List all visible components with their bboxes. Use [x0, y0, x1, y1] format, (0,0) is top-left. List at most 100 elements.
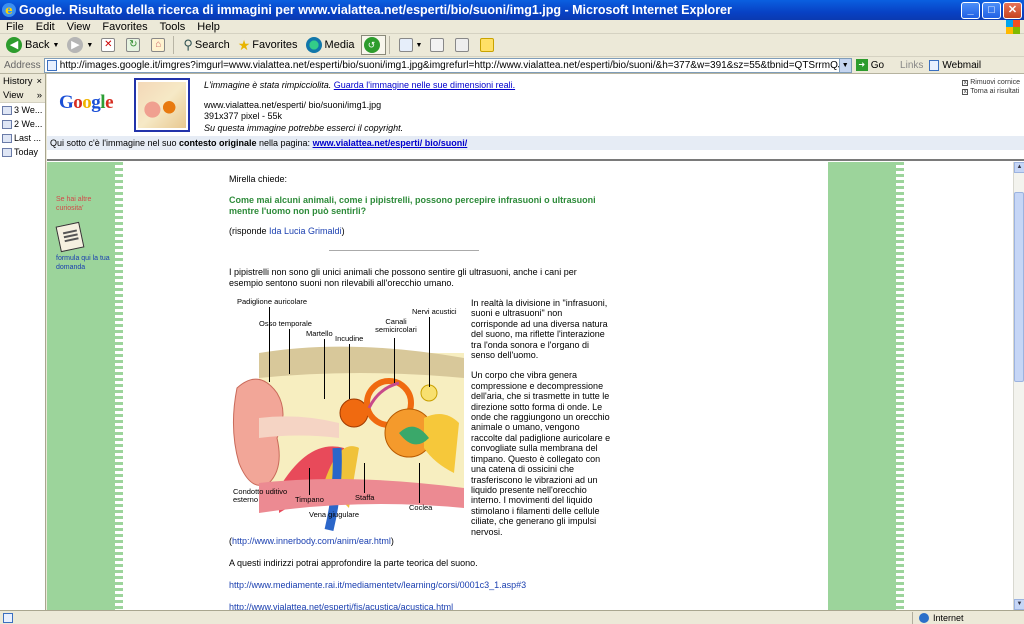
- favorites-button[interactable]: ★ Favorites: [236, 35, 300, 55]
- webmail-link[interactable]: Webmail: [929, 59, 982, 71]
- answer-suffix: ): [341, 226, 345, 236]
- leader-line: [349, 344, 350, 399]
- vertical-scrollbar[interactable]: ▲ ▼: [1013, 162, 1024, 610]
- back-to-results-link[interactable]: x Torna ai risultati: [962, 87, 1020, 96]
- history-item[interactable]: 3 We...: [0, 103, 45, 117]
- history-icon: ↺: [363, 37, 380, 53]
- refresh-icon: ↻: [126, 38, 141, 52]
- ask-question-link[interactable]: formula qui la tua domanda: [56, 254, 116, 272]
- image-thumbnail[interactable]: [134, 78, 190, 132]
- google-logo[interactable]: Google: [59, 92, 113, 114]
- browser-content: Google L'immagine è stata rimpicciolita.…: [47, 74, 1024, 610]
- rai-link-row: http://www.mediamente.rai.it/mediamentet…: [229, 580, 526, 591]
- right-green-column: [828, 162, 904, 610]
- edit-button[interactable]: [453, 35, 474, 55]
- history-item[interactable]: Today: [0, 145, 45, 159]
- logo-letter: g: [91, 92, 101, 113]
- original-page-frame: Se hai altre curiosita' formula qui la t…: [47, 162, 1013, 610]
- stop-button[interactable]: ✕: [99, 35, 120, 55]
- close-button[interactable]: ✕: [1003, 1, 1022, 19]
- rai-link[interactable]: http://www.mediamente.rai.it/mediamentet…: [229, 580, 526, 590]
- ear-thumbnail-image: [138, 82, 186, 128]
- frame-options: x Rimuovi cornice x Torna ai risultati: [962, 78, 1020, 96]
- security-zone: Internet: [912, 611, 964, 624]
- address-dropdown-button[interactable]: ▼: [839, 57, 852, 73]
- scroll-thumb[interactable]: [1014, 192, 1024, 382]
- history-close-button[interactable]: ×: [36, 76, 42, 87]
- answer-credit: (risponde Ida Lucia Grimaldi): [229, 226, 345, 237]
- calendar-icon: [2, 147, 12, 157]
- acustica-link[interactable]: http://www.vialattea.net/esperti/fis/acu…: [229, 602, 453, 610]
- menu-file[interactable]: File: [0, 21, 30, 33]
- menu-favorites[interactable]: Favorites: [96, 21, 153, 33]
- scroll-up-button[interactable]: ▲: [1014, 162, 1024, 173]
- context-bar: Qui sotto c'è l'immagine nel suo contest…: [47, 136, 1024, 150]
- media-label: Media: [324, 39, 355, 51]
- logo-letter: G: [59, 92, 74, 113]
- address-input[interactable]: http://images.google.it/imgres?imgurl=ww…: [43, 57, 840, 73]
- leader-line: [309, 468, 310, 495]
- history-item[interactable]: Last ...: [0, 131, 45, 145]
- media-button[interactable]: Media: [304, 35, 357, 55]
- scroll-down-button[interactable]: ▼: [1014, 599, 1024, 610]
- label-padiglione: Padiglione auricolare: [237, 297, 308, 306]
- full-size-link[interactable]: Guarda l'immagine nelle sue dimensioni r…: [334, 80, 515, 90]
- context-bold: contesto originale: [179, 138, 257, 148]
- minimize-button[interactable]: _: [961, 1, 980, 19]
- page-icon: [929, 59, 940, 71]
- history-item[interactable]: 2 We...: [0, 117, 45, 131]
- page-icon: [3, 612, 13, 623]
- menu-help[interactable]: Help: [191, 21, 226, 33]
- print-button[interactable]: [428, 35, 449, 55]
- history-item-label: 3 We...: [14, 105, 43, 115]
- context-prefix: Qui sotto c'è l'immagine nel suo: [50, 138, 179, 148]
- remove-frame-link[interactable]: x Rimuovi cornice: [962, 78, 1020, 87]
- toolbar-divider: [173, 36, 175, 54]
- answer-prefix: (risponde: [229, 226, 270, 236]
- go-arrow-icon: ➜: [855, 59, 868, 71]
- toolbar: ◀ Back ▼ ▶ ▼ ✕ ↻ ⌂ ⚲ Search ★ Favorites …: [0, 34, 1024, 57]
- go-button[interactable]: ➜ Go: [855, 59, 884, 71]
- zone-label: Internet: [933, 612, 964, 623]
- history-item-label: Last ...: [14, 133, 42, 143]
- answer-author-link[interactable]: Ida Lucia Grimaldi: [269, 226, 342, 236]
- notepad-icon[interactable]: [55, 221, 85, 253]
- chevron-down-icon: ▼: [86, 41, 94, 49]
- side-paragraph-1: In realtà la divisione in "infrasuoni, s…: [471, 298, 608, 361]
- menu-edit[interactable]: Edit: [30, 21, 61, 33]
- leader-line: [419, 463, 420, 503]
- innerbody-link[interactable]: http://www.innerbody.com/anim/ear.html: [232, 536, 391, 546]
- menu-tools[interactable]: Tools: [154, 21, 192, 33]
- refresh-button[interactable]: ↻: [124, 35, 145, 55]
- search-button[interactable]: ⚲ Search: [181, 35, 231, 55]
- history-button[interactable]: ↺: [360, 35, 386, 55]
- context-page-link[interactable]: www.vialattea.net/esperti/ bio/suoni/: [313, 138, 468, 148]
- status-bar: Internet: [0, 610, 1024, 624]
- maximize-button[interactable]: □: [982, 1, 1001, 19]
- links-button[interactable]: Links: [900, 60, 923, 71]
- history-view-button[interactable]: View: [3, 90, 23, 101]
- leader-line: [289, 329, 290, 374]
- left-green-column: Se hai altre curiosita' formula qui la t…: [47, 162, 123, 610]
- home-button[interactable]: ⌂: [149, 35, 170, 55]
- back-button[interactable]: ◀ Back ▼: [4, 35, 61, 55]
- label-timpano: Timpano: [295, 495, 324, 504]
- menu-view[interactable]: View: [61, 21, 97, 33]
- leader-line: [324, 339, 325, 399]
- history-panel: History × View » 3 We... 2 We... Last ..…: [0, 74, 46, 610]
- window-title: Google. Risultato della ricerca di immag…: [19, 3, 732, 17]
- stop-icon: ✕: [101, 38, 116, 52]
- image-info: L'immagine è stata rimpicciolita. Guarda…: [204, 80, 515, 134]
- asker-line: Mirella chiede:: [229, 174, 288, 184]
- torn-edge: [896, 162, 904, 610]
- webmail-label: Webmail: [942, 59, 982, 71]
- messenger-button[interactable]: [478, 35, 499, 55]
- title-bar: e Google. Risultato della ricerca di imm…: [0, 0, 1024, 20]
- mail-button[interactable]: ▼: [397, 35, 425, 55]
- side-paragraph-2: Un corpo che vibra genera compressione e…: [471, 370, 611, 537]
- forward-arrow-icon: ▶: [67, 37, 84, 53]
- checkbox-icon: x: [962, 79, 969, 86]
- ear-diagram: Padiglione auricolare Osso temporale Mar…: [229, 298, 467, 532]
- forward-button[interactable]: ▶ ▼: [65, 35, 95, 55]
- back-arrow-icon: ◀: [6, 37, 22, 53]
